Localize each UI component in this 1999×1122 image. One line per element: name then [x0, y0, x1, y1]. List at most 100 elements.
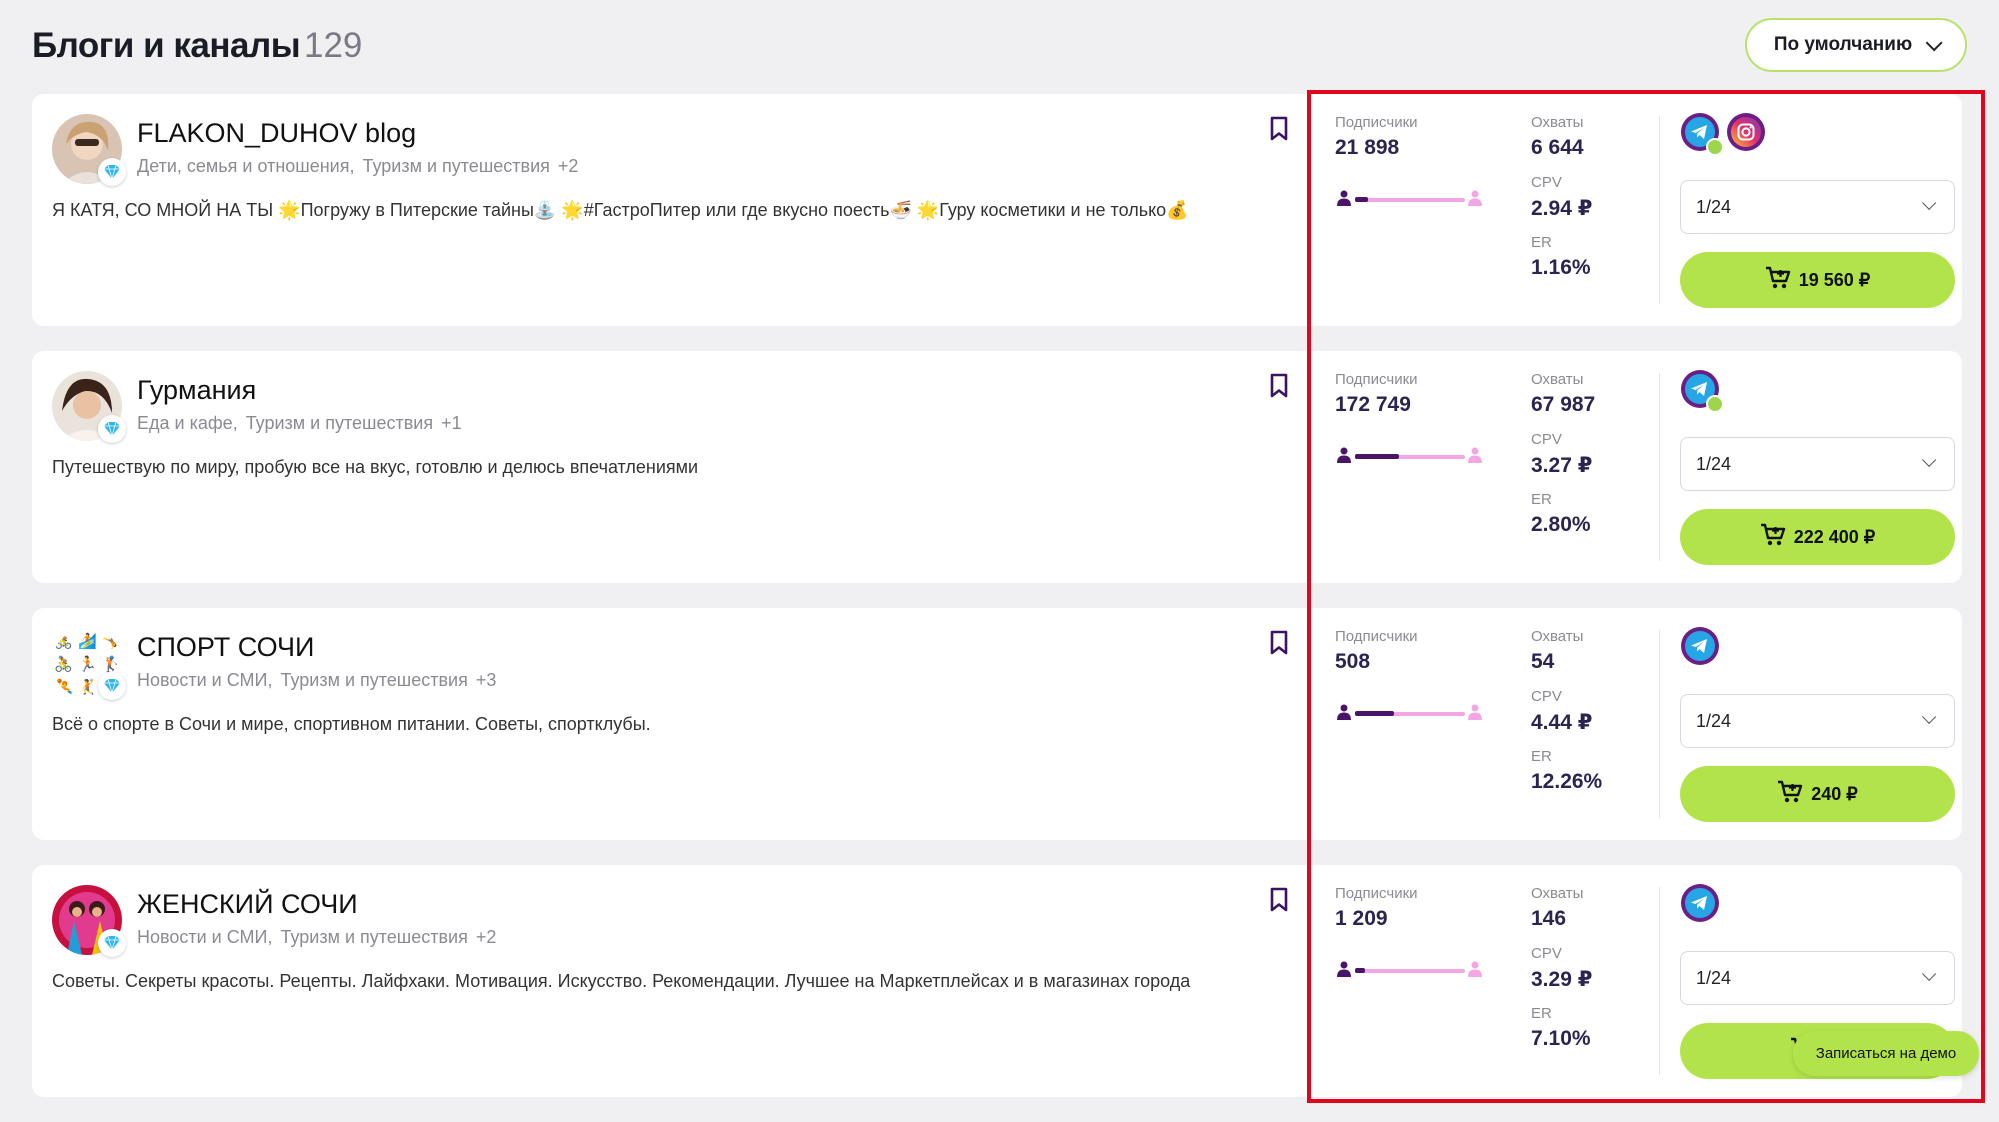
- cart-add-icon: [1760, 523, 1786, 552]
- gender-ratio-bar: [1337, 961, 1482, 981]
- telegram-icon[interactable]: [1680, 626, 1720, 666]
- female-icon: [1468, 961, 1482, 982]
- blog-name[interactable]: Гурмания: [137, 375, 256, 406]
- price-label: 240 ₽: [1811, 783, 1858, 804]
- blog-description: Я КАТЯ, СО МНОЙ НА ТЫ 🌟Погружу в Питерск…: [52, 200, 1189, 220]
- divider: [1659, 373, 1660, 561]
- tag: Дети, семья и отношения,: [137, 156, 355, 176]
- subscribers-label: Подписчики: [1335, 885, 1418, 902]
- blog-tags: Новости и СМИ, Туризм и путешествия +3: [137, 670, 504, 691]
- bookmark-icon[interactable]: [1269, 373, 1289, 399]
- verified-check-icon: [1706, 395, 1724, 413]
- format-value: 1/24: [1696, 196, 1732, 217]
- blog-tags: Дети, семья и отношения, Туризм и путешес…: [137, 156, 586, 177]
- format-value: 1/24: [1696, 710, 1732, 731]
- blog-card[interactable]: ЖЕНСКИЙ СОЧИ Новости и СМИ, Туризм и путеш…: [32, 865, 1962, 1097]
- male-icon: [1337, 961, 1351, 982]
- reach-value: 6 644: [1531, 136, 1584, 159]
- bookmark-icon[interactable]: [1269, 116, 1289, 142]
- avatar[interactable]: [52, 114, 126, 186]
- blog-card[interactable]: Гурмания Еда и кафе, Туризм и путешествия +…: [32, 351, 1962, 583]
- female-share-fill: [1355, 198, 1465, 202]
- blog-description: Всё о спорте в Сочи и мире, спортивном п…: [52, 714, 651, 734]
- page-header: Блоги и каналы 129 По умолчанию: [32, 18, 1967, 82]
- add-to-cart-button[interactable]: 222 400 ₽: [1680, 509, 1955, 565]
- book-demo-button[interactable]: Записаться на демо: [1793, 1031, 1979, 1076]
- male-icon: [1337, 704, 1351, 725]
- er-label: ER: [1531, 748, 1552, 765]
- telegram-icon[interactable]: [1680, 369, 1724, 413]
- more-tags-count[interactable]: +2: [558, 156, 579, 176]
- male-share-fill: [1355, 454, 1399, 459]
- female-share-fill: [1355, 969, 1465, 973]
- subscribers-label: Подписчики: [1335, 114, 1418, 131]
- cart-add-icon: [1765, 266, 1791, 295]
- reach-value: 146: [1531, 907, 1567, 930]
- blog-count: 129: [304, 26, 363, 65]
- tag: Туризм и путешествия: [280, 927, 468, 947]
- bookmark-icon[interactable]: [1269, 887, 1289, 913]
- tag: Туризм и путешествия: [280, 670, 468, 690]
- svg-text:🚴: 🚴: [54, 632, 73, 650]
- tag: Новости и СМИ,: [137, 927, 273, 947]
- subscribers-value: 1 209: [1335, 907, 1388, 930]
- telegram-icon[interactable]: [1680, 112, 1724, 156]
- format-select[interactable]: 1/24: [1680, 951, 1955, 1005]
- gender-ratio-bar: [1337, 190, 1482, 210]
- reach-label: Охваты: [1531, 114, 1584, 131]
- svg-text:🤸: 🤸: [102, 632, 121, 650]
- er-value: 7.10%: [1531, 1027, 1591, 1050]
- cart-add-icon: [1777, 780, 1803, 809]
- divider: [1659, 630, 1660, 818]
- telegram-icon[interactable]: [1680, 883, 1720, 923]
- reach-label: Охваты: [1531, 371, 1584, 388]
- blog-stats: Подписчики 508 Охваты 54 CPV 4.44 ₽ ER 12.26% 1/…: [1335, 608, 1962, 840]
- avatar[interactable]: [52, 885, 126, 957]
- svg-text:🚴: 🚴: [54, 655, 73, 673]
- cpv-label: CPV: [1531, 174, 1562, 191]
- blog-description: Советы. Секреты красоты. Рецепты. Лайфха…: [52, 971, 1191, 991]
- blog-card[interactable]: FLAKON_DUHOV blog Дети, семья и отношения…: [32, 94, 1962, 326]
- avatar[interactable]: 🚴 🏄 🤸 🚴 🏃 🏌 🤽 🤾: [52, 628, 126, 700]
- male-share-fill: [1355, 711, 1394, 716]
- format-select[interactable]: 1/24: [1680, 180, 1955, 234]
- cpv-value: 3.29 ₽: [1531, 968, 1593, 991]
- bookmark-icon[interactable]: [1269, 630, 1289, 656]
- add-to-cart-button[interactable]: 19 560 ₽: [1680, 252, 1955, 308]
- diamond-badge-icon: [98, 672, 126, 700]
- tag: Туризм и путешествия: [362, 156, 550, 176]
- format-select[interactable]: 1/24: [1680, 694, 1955, 748]
- svg-text:🏌: 🏌: [102, 655, 121, 673]
- avatar[interactable]: [52, 371, 126, 443]
- blog-name[interactable]: СПОРТ СОЧИ: [137, 632, 314, 663]
- sort-dropdown[interactable]: По умолчанию: [1745, 18, 1967, 72]
- instagram-icon[interactable]: [1726, 112, 1766, 152]
- er-label: ER: [1531, 1005, 1552, 1022]
- blog-stats: Подписчики 21 898 Охваты 6 644 CPV 2.94 ₽ ER 1.…: [1335, 94, 1962, 326]
- more-tags-count[interactable]: +2: [476, 927, 497, 947]
- reach-value: 67 987: [1531, 393, 1596, 416]
- male-icon: [1337, 190, 1351, 211]
- blog-tags: Новости и СМИ, Туризм и путешествия +2: [137, 927, 504, 948]
- subscribers-value: 172 749: [1335, 393, 1411, 416]
- blog-name[interactable]: ЖЕНСКИЙ СОЧИ: [137, 889, 358, 920]
- cpv-label: CPV: [1531, 945, 1562, 962]
- svg-text:🤽: 🤽: [54, 678, 73, 696]
- blog-tags: Еда и кафе, Туризм и путешествия +1: [137, 413, 470, 434]
- verified-check-icon: [1706, 138, 1724, 156]
- reach-label: Охваты: [1531, 885, 1584, 902]
- subscribers-label: Подписчики: [1335, 628, 1418, 645]
- sort-label: По умолчанию: [1773, 34, 1913, 55]
- page-title: Блоги и каналы: [32, 26, 301, 65]
- more-tags-count[interactable]: +1: [441, 413, 462, 433]
- subscribers-value: 508: [1335, 650, 1371, 673]
- add-to-cart-button[interactable]: 240 ₽: [1680, 766, 1955, 822]
- diamond-badge-icon: [98, 158, 126, 186]
- blog-card[interactable]: 🚴 🏄 🤸 🚴 🏃 🏌 🤽 🤾 СПОРТ СОЧИ Новости и СМИ, Туризм и…: [32, 608, 1962, 840]
- blog-name[interactable]: FLAKON_DUHOV blog: [137, 118, 416, 149]
- more-tags-count[interactable]: +3: [476, 670, 497, 690]
- tag: Новости и СМИ,: [137, 670, 273, 690]
- format-select[interactable]: 1/24: [1680, 437, 1955, 491]
- cpv-value: 2.94 ₽: [1531, 197, 1593, 220]
- social-platforms: [1680, 112, 1766, 156]
